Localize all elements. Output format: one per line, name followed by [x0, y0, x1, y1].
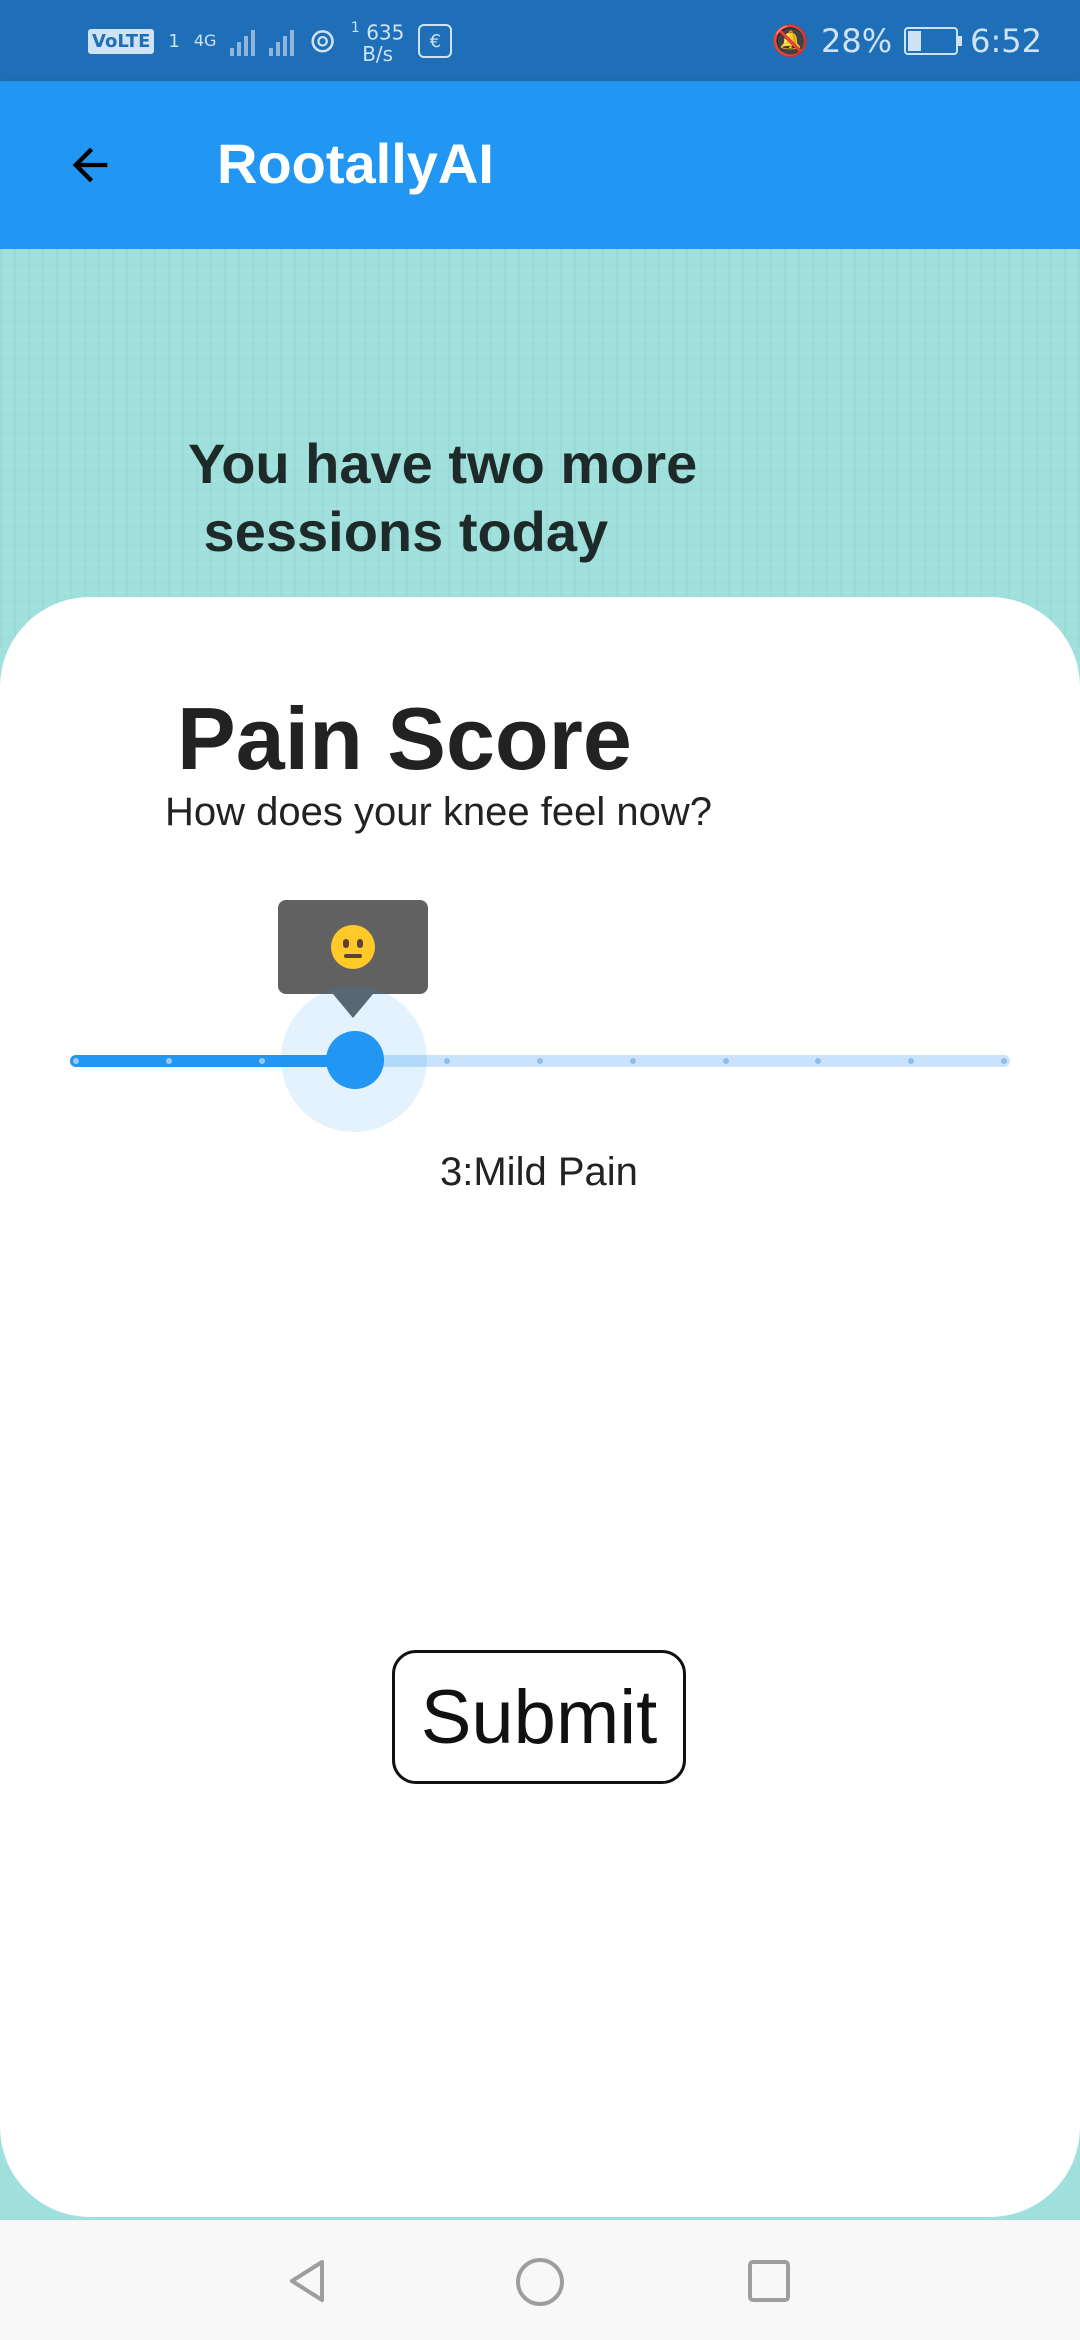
pain-slider[interactable] [70, 986, 1010, 1132]
app-title: RootallyAI [217, 132, 494, 195]
clock: 6:52 [970, 22, 1042, 60]
battery-percent: 28% [821, 22, 893, 60]
status-left: VoLTE 1 4G ⊚ 1 635 B/s € [88, 16, 453, 66]
bell-off-icon: 🔕 [771, 23, 810, 59]
slider-tick [629, 1058, 636, 1064]
circle-home-icon[interactable] [514, 2256, 566, 2308]
signal-strength-icon [230, 26, 256, 56]
hotspot-icon: ⊚ [308, 21, 337, 61]
pain-value-label: 3:Mild Pain [440, 1150, 638, 1194]
volte-badge: VoLTE [88, 28, 155, 54]
slider-tick [537, 1058, 543, 1064]
card-subtitle: How does your knee feel now? [165, 790, 712, 834]
card-title: Pain Score [177, 689, 632, 788]
sessions-message-line2: sessions today [188, 500, 609, 563]
arrow-left-icon [72, 147, 108, 183]
battery-fill [908, 31, 922, 51]
slider-thumb[interactable] [326, 1031, 384, 1089]
slider-tick [722, 1058, 729, 1064]
slider-value-tooltip [278, 900, 428, 1018]
speed-superscript: 1 [350, 19, 360, 36]
back-button[interactable] [50, 125, 130, 205]
network-type: 4G [193, 31, 217, 50]
submit-button[interactable]: Submit [392, 1650, 686, 1784]
neutral-face-icon [331, 925, 375, 969]
status-bar: VoLTE 1 4G ⊚ 1 635 B/s € 🔕 28% 6:52 [0, 0, 1080, 81]
system-nav-bar [0, 2220, 1080, 2340]
triangle-back-icon[interactable] [282, 2256, 332, 2306]
sessions-message: You have two more sessions today [188, 430, 808, 566]
battery-icon [904, 27, 963, 55]
slider-tick [73, 1058, 79, 1064]
nfc-icon: € [418, 24, 453, 58]
app-bar: RootallyAI [0, 81, 1080, 249]
sim-number: 1 [168, 30, 180, 52]
slider-tick [1001, 1058, 1007, 1064]
slider-tick [165, 1058, 172, 1064]
signal-strength-2-icon [269, 26, 295, 56]
speed-value: 635 [366, 20, 405, 45]
pain-score-card [0, 597, 1080, 2217]
status-right: 🔕 28% 6:52 [772, 16, 1042, 66]
slider-tick [258, 1058, 265, 1064]
sessions-message-line1: You have two more [188, 432, 698, 495]
square-recents-icon[interactable] [746, 2258, 792, 2304]
speed-unit: B/s [362, 42, 394, 67]
network-speed: 1 635 B/s [351, 17, 404, 66]
